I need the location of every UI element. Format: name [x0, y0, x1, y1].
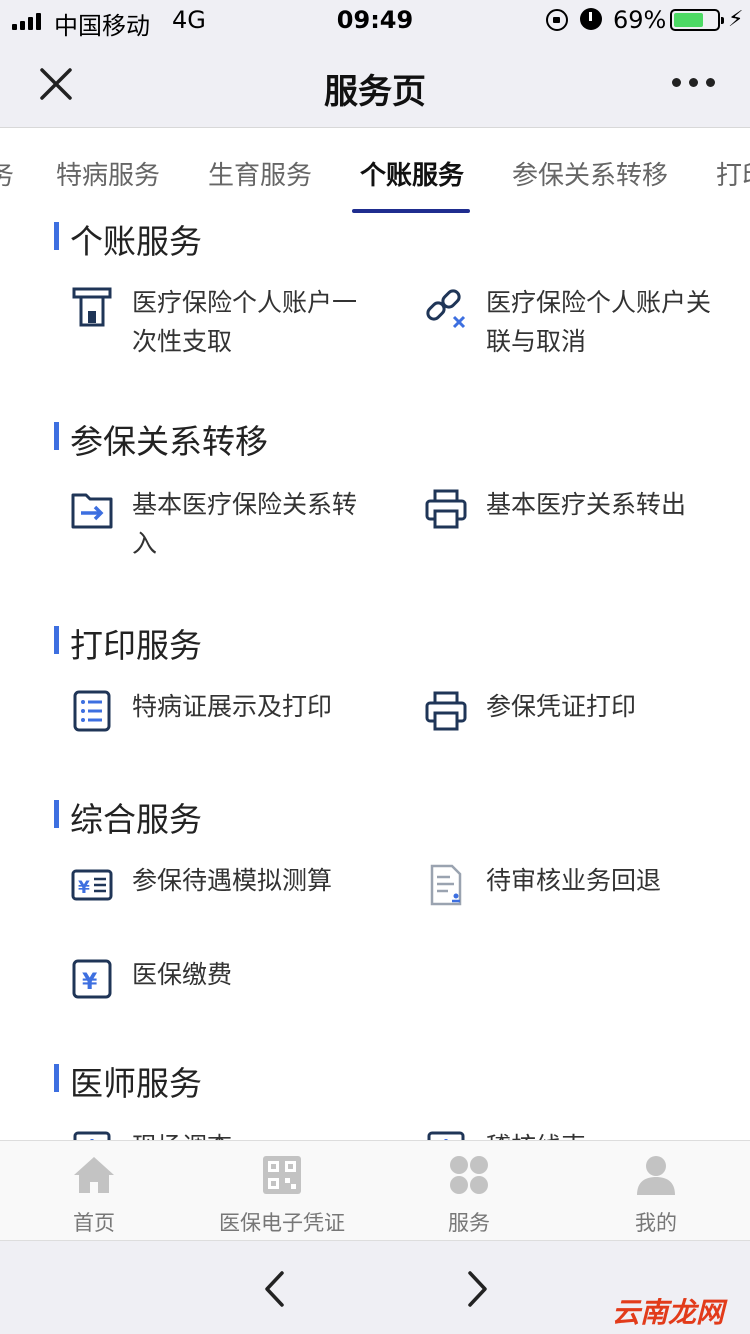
service-item[interactable]: 基本医疗保险关系转入	[70, 485, 372, 563]
document-icon	[430, 864, 462, 906]
service-item[interactable]: 待审核业务回退	[424, 861, 726, 907]
tab-print[interactable]: 打印	[716, 155, 750, 192]
service-item[interactable]: ¥ 参保待遇模拟测算	[70, 861, 372, 907]
service-item[interactable]: 医疗保险个人账户关联与取消	[424, 283, 726, 361]
service-item[interactable]: 现场调查	[70, 1127, 372, 1140]
tabbar-item-home[interactable]: 首页	[0, 1153, 188, 1237]
service-item[interactable]: 特病证展示及打印	[70, 687, 372, 733]
service-label: 稽核线索	[486, 1127, 726, 1140]
page-title: 服务页	[324, 72, 426, 112]
tabbar-label: 我的	[635, 1211, 677, 1235]
service-label: 基本医疗关系转出	[486, 490, 687, 519]
service-item[interactable]: 医疗保险个人账户一次性支取	[70, 283, 372, 361]
user-icon	[637, 1156, 675, 1195]
yuan-icon: ¥	[72, 959, 112, 999]
nav-bar: 服务页	[0, 40, 750, 128]
status-bar: 中国移动 4G 09:49 69% ⚡	[0, 0, 750, 40]
folder-transfer-icon	[71, 493, 113, 529]
service-item[interactable]: 参保凭证打印	[424, 687, 726, 733]
tabbar-item-service[interactable]: 服务	[375, 1153, 563, 1237]
service-list[interactable]: 个账服务 医疗保险个人账户一次性支取 医疗保险个人账户关联与取消 参保关系转移 …	[0, 215, 750, 1140]
service-item[interactable]: 稽核线索	[424, 1127, 726, 1140]
list-icon	[73, 690, 111, 732]
service-label: 参保凭证打印	[486, 692, 637, 721]
tabbar-label: 服务	[448, 1211, 490, 1235]
grid-icon	[450, 1156, 488, 1194]
alarm-icon	[580, 8, 602, 30]
battery-fill	[674, 13, 703, 27]
service-label: 现场调查	[132, 1127, 372, 1140]
svg-text:¥: ¥	[78, 878, 90, 898]
back-icon[interactable]	[262, 1269, 288, 1309]
category-tabs: 务 特病服务 生育服务 个账服务 参保关系转移 打印	[0, 129, 750, 215]
section-title: 综合服务	[54, 793, 202, 841]
service-label: 参保待遇模拟测算	[132, 866, 333, 895]
active-tab-indicator	[352, 209, 470, 213]
forward-icon[interactable]	[464, 1269, 490, 1309]
browser-toolbar: 云南龙网	[0, 1240, 750, 1334]
medical-icon	[427, 1131, 465, 1140]
service-label: 医保缴费	[132, 960, 233, 989]
service-item[interactable]: ¥ 医保缴费	[70, 955, 372, 1001]
service-label: 医疗保险个人账户关联与取消	[486, 288, 712, 356]
more-icon[interactable]	[672, 78, 716, 90]
atm-icon	[72, 287, 112, 327]
section-title: 打印服务	[54, 619, 202, 667]
rotation-lock-icon	[546, 9, 568, 31]
tabbar-item-e-voucher[interactable]: 医保电子凭证	[188, 1153, 376, 1237]
home-icon	[74, 1157, 114, 1193]
service-label: 特病证展示及打印	[132, 692, 333, 721]
battery-icon	[670, 9, 724, 31]
tabbar-label: 首页	[73, 1211, 115, 1235]
tabbar-item-mine[interactable]: 我的	[562, 1153, 750, 1237]
service-item[interactable]: 基本医疗关系转出	[424, 485, 726, 531]
yuan-card-icon: ¥	[71, 869, 113, 901]
svg-text:¥: ¥	[82, 970, 98, 995]
tab-insurance-transfer[interactable]: 参保关系转移	[512, 155, 668, 192]
section-title: 医师服务	[54, 1057, 202, 1105]
tab-personal-account[interactable]: 个账服务	[360, 155, 464, 192]
tab-partial-left[interactable]: 务	[0, 155, 14, 192]
tabbar-label: 医保电子凭证	[219, 1211, 345, 1235]
tab-maternity[interactable]: 生育服务	[208, 155, 312, 192]
unlink-icon	[426, 289, 466, 329]
qr-code-icon	[263, 1156, 301, 1194]
printer-icon	[425, 691, 467, 731]
tab-special-disease[interactable]: 特病服务	[56, 155, 160, 192]
service-label: 基本医疗保险关系转入	[132, 490, 358, 558]
section-title: 个账服务	[54, 215, 202, 263]
printer-icon	[425, 489, 467, 529]
battery-percent: 69%	[613, 6, 667, 34]
watermark: 云南龙网	[612, 1296, 725, 1329]
service-label: 医疗保险个人账户一次性支取	[132, 288, 358, 356]
medical-icon	[73, 1131, 111, 1140]
charging-icon: ⚡	[728, 7, 744, 32]
bottom-tab-bar: 首页 医保电子凭证 服务 我的	[0, 1140, 750, 1240]
service-label: 待审核业务回退	[486, 866, 662, 895]
section-title: 参保关系转移	[54, 415, 268, 463]
